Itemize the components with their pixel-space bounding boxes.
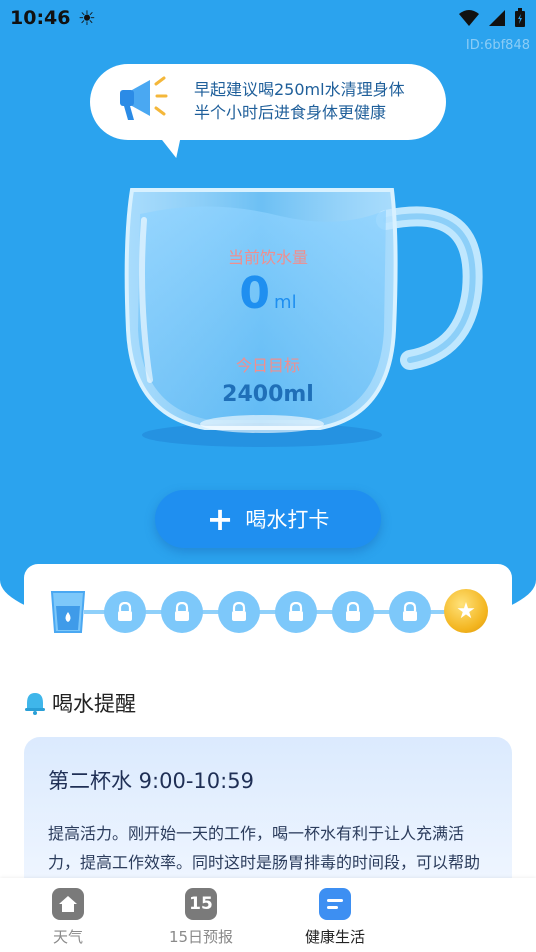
reminder-title-text: 喝水提醒 xyxy=(52,692,136,716)
daily-goal-value: 2400ml xyxy=(222,382,314,407)
tab-health-label: 健康生活 xyxy=(304,928,365,946)
wifi-icon xyxy=(459,10,479,26)
tab-weather[interactable]: 天气 xyxy=(8,888,128,947)
plus-icon: + xyxy=(206,500,234,538)
bell-icon xyxy=(25,693,45,715)
lock-icon xyxy=(346,602,360,621)
daily-goal-label: 今日目标 xyxy=(235,356,300,375)
current-intake-unit: ml xyxy=(274,292,297,313)
bottom-tab-bar: 天气 15 15日预报 健康生活 xyxy=(0,878,536,952)
status-icons xyxy=(458,8,526,28)
sun-icon: ☀ xyxy=(78,6,96,30)
lock-node-3 xyxy=(161,591,203,633)
drink-checkin-button[interactable]: + 喝水打卡 xyxy=(155,490,381,548)
megaphone-icon xyxy=(120,76,168,120)
cup-icon xyxy=(50,591,86,633)
tab-weather-label: 天气 xyxy=(52,928,83,946)
home-icon xyxy=(52,888,84,920)
lock-icon xyxy=(118,602,132,621)
tab-15day-forecast[interactable]: 15 15日预报 xyxy=(141,888,261,947)
lock-node-7 xyxy=(389,591,431,633)
signal-icon xyxy=(489,10,505,26)
bubble-line-2: 半个小时后进食身体更健康 xyxy=(194,103,387,122)
lock-node-2 xyxy=(104,591,146,633)
current-intake-label: 当前饮水量 xyxy=(227,248,308,267)
current-intake-value: 0 ml xyxy=(120,268,416,319)
drink-progress-card: ★ xyxy=(24,564,512,656)
reminder-section-title: 喝水提醒 xyxy=(24,688,136,718)
star-icon: ★ xyxy=(444,589,488,633)
bubble-text: 早起建议喝250ml水清理身体 半个小时后进食身体更健康 xyxy=(194,78,428,124)
lock-icon xyxy=(289,602,303,621)
tab-health-life[interactable]: 健康生活 xyxy=(275,888,395,947)
watermark: ID:6bf848 xyxy=(465,38,530,53)
battery-icon xyxy=(515,8,525,27)
current-intake-number: 0 xyxy=(239,268,271,319)
checkin-label: 喝水打卡 xyxy=(245,508,330,532)
lock-icon xyxy=(175,602,189,621)
calendar-15-icon: 15 xyxy=(185,888,217,920)
status-bar: 10:46 ☀ xyxy=(0,0,536,36)
bubble-line-1: 早起建议喝250ml水清理身体 xyxy=(194,80,405,99)
notes-icon xyxy=(319,888,351,920)
lock-icon xyxy=(403,602,417,621)
lock-node-6 xyxy=(332,591,374,633)
lock-node-5 xyxy=(275,591,317,633)
lock-node-4 xyxy=(218,591,260,633)
lock-icon xyxy=(232,602,246,621)
tip-bubble: 早起建议喝250ml水清理身体 半个小时后进食身体更健康 xyxy=(90,64,446,140)
status-time: 10:46 xyxy=(10,7,71,29)
tab-15day-label: 15日预报 xyxy=(168,928,234,946)
tip-card-title: 第二杯水 9:00-10:59 xyxy=(48,769,254,793)
